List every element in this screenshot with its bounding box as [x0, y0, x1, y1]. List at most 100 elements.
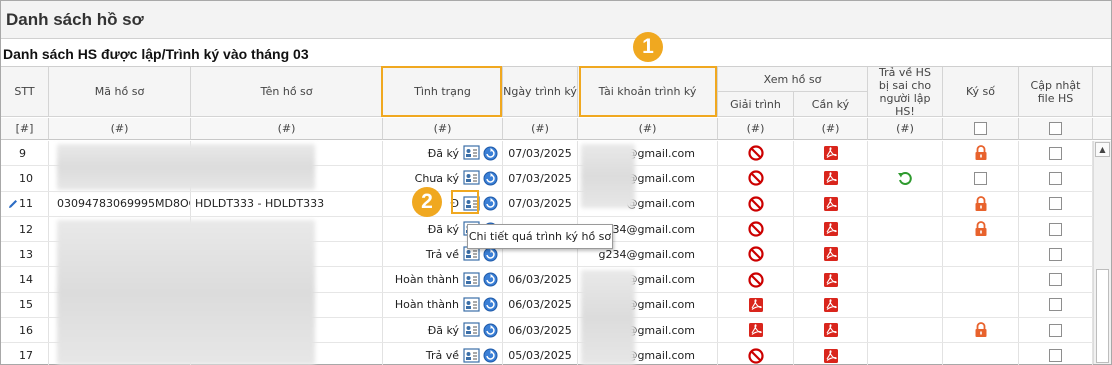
cell-can-ky[interactable]: [794, 216, 868, 242]
cell-tra-ve[interactable]: [868, 292, 943, 318]
filter-stt[interactable]: [#]: [1, 118, 49, 140]
filter-tai-khoan[interactable]: (#): [578, 118, 718, 140]
filter-can-ky[interactable]: (#): [794, 118, 868, 140]
scroll-thumb[interactable]: [1096, 269, 1109, 363]
cell-giai-trinh[interactable]: [718, 191, 794, 216]
signing-detail-icon[interactable]: [459, 297, 480, 313]
scroll-up-icon[interactable]: ▲: [1095, 142, 1110, 157]
cell-tra-ve[interactable]: [868, 242, 943, 267]
ban-icon[interactable]: [747, 221, 764, 237]
filter-ten-ho-so[interactable]: (#): [191, 118, 383, 140]
ban-icon[interactable]: [747, 272, 764, 288]
pdf-icon[interactable]: [823, 246, 839, 262]
pdf-icon[interactable]: [823, 297, 839, 313]
cap-nhat-checkbox[interactable]: [1049, 146, 1062, 160]
header-ma-ho-so[interactable]: Mã hồ sơ: [49, 67, 191, 117]
header-ky-so[interactable]: Ký số: [943, 67, 1019, 117]
cell-cap-nhat[interactable]: [1019, 191, 1093, 216]
signing-detail-icon[interactable]: [459, 145, 480, 161]
header-tai-khoan-trinh-ky[interactable]: Tài khoản trình ký: [578, 67, 718, 117]
cell-can-ky[interactable]: [794, 267, 868, 292]
refresh-circle-icon[interactable]: [480, 247, 498, 262]
filter-giai-trinh[interactable]: (#): [718, 118, 794, 140]
ky-so-checkbox[interactable]: [974, 171, 987, 185]
cell-cap-nhat[interactable]: [1019, 292, 1093, 318]
cell-giai-trinh[interactable]: [718, 318, 794, 343]
undo-icon[interactable]: [897, 170, 913, 186]
cell-giai-trinh[interactable]: [718, 242, 794, 267]
filter-cap-nhat-checkbox[interactable]: [1049, 122, 1062, 135]
refresh-circle-icon[interactable]: [480, 196, 498, 211]
pdf-icon[interactable]: [823, 272, 839, 288]
cell-giai-trinh[interactable]: [718, 141, 794, 166]
cell-ky-so[interactable]: [943, 216, 1019, 242]
ban-icon[interactable]: [747, 196, 764, 212]
cell-tra-ve[interactable]: [868, 141, 943, 166]
refresh-circle-icon[interactable]: [480, 297, 498, 312]
cell-giai-trinh[interactable]: [718, 343, 794, 365]
refresh-circle-icon[interactable]: [480, 171, 498, 186]
cap-nhat-checkbox[interactable]: [1049, 273, 1062, 287]
pdf-icon[interactable]: [823, 170, 839, 186]
cell-tra-ve[interactable]: [868, 267, 943, 292]
lock-icon[interactable]: [974, 221, 988, 237]
cap-nhat-checkbox[interactable]: [1049, 197, 1062, 211]
cell-can-ky[interactable]: [794, 242, 868, 267]
ban-icon[interactable]: [747, 145, 764, 161]
cap-nhat-checkbox[interactable]: [1049, 222, 1062, 236]
signing-detail-icon[interactable]: [459, 170, 480, 186]
header-giai-trinh[interactable]: Giải trình: [718, 92, 794, 117]
cell-giai-trinh[interactable]: [718, 292, 794, 318]
signing-detail-icon[interactable]: [459, 196, 480, 212]
filter-tinh-trang[interactable]: (#): [383, 118, 503, 140]
filter-ngay-trinh-ky[interactable]: (#): [503, 118, 578, 140]
table-row[interactable]: 11 03094783069995MD8OC5 HDLDT333 - HDLDT33…: [1, 191, 1093, 217]
ban-icon[interactable]: [747, 246, 764, 262]
cell-ky-so[interactable]: [943, 242, 1019, 267]
header-stt[interactable]: STT: [1, 67, 49, 117]
cell-cap-nhat[interactable]: [1019, 343, 1093, 365]
cell-ky-so[interactable]: [943, 318, 1019, 343]
signing-detail-icon[interactable]: [459, 347, 480, 364]
cell-ky-so[interactable]: [943, 343, 1019, 365]
cell-giai-trinh[interactable]: [718, 267, 794, 292]
header-tinh-trang[interactable]: Tình trạng: [383, 67, 503, 117]
signing-detail-icon[interactable]: [459, 322, 480, 338]
cap-nhat-checkbox[interactable]: [1049, 247, 1062, 261]
cell-ky-so[interactable]: [943, 166, 1019, 191]
pdf-icon[interactable]: [823, 196, 839, 212]
pdf-icon[interactable]: [823, 221, 839, 237]
cell-cap-nhat[interactable]: [1019, 141, 1093, 166]
cap-nhat-checkbox[interactable]: [1049, 298, 1062, 312]
cell-can-ky[interactable]: [794, 343, 868, 365]
refresh-circle-icon[interactable]: [480, 348, 498, 363]
cell-tra-ve[interactable]: [868, 343, 943, 365]
header-ten-ho-so[interactable]: Tên hồ sơ: [191, 67, 383, 117]
cell-giai-trinh[interactable]: [718, 216, 794, 242]
cell-tra-ve[interactable]: [868, 166, 943, 191]
cell-cap-nhat[interactable]: [1019, 166, 1093, 191]
refresh-circle-icon[interactable]: [480, 323, 498, 338]
pdf-icon[interactable]: [823, 145, 839, 161]
cell-giai-trinh[interactable]: [718, 166, 794, 191]
cell-ky-so[interactable]: [943, 267, 1019, 292]
refresh-circle-icon[interactable]: [480, 146, 498, 161]
pdf-icon[interactable]: [823, 348, 839, 364]
cell-ky-so[interactable]: [943, 191, 1019, 216]
ban-icon[interactable]: [747, 170, 764, 187]
header-tra-ve[interactable]: Trả về HS bị sai cho người lập HS!: [868, 66, 943, 118]
cap-nhat-checkbox[interactable]: [1049, 349, 1062, 363]
pdf-icon[interactable]: [748, 322, 764, 338]
cell-can-ky[interactable]: [794, 191, 868, 216]
lock-icon[interactable]: [974, 322, 988, 338]
cell-cap-nhat[interactable]: [1019, 318, 1093, 343]
refresh-circle-icon[interactable]: [480, 272, 498, 287]
cell-can-ky[interactable]: [794, 166, 868, 191]
cell-cap-nhat[interactable]: [1019, 242, 1093, 267]
pdf-icon[interactable]: [823, 322, 839, 338]
lock-icon[interactable]: [974, 145, 988, 161]
cap-nhat-checkbox[interactable]: [1049, 171, 1062, 185]
cell-ky-so[interactable]: [943, 141, 1019, 166]
cell-can-ky[interactable]: [794, 318, 868, 343]
filter-ky-so[interactable]: [943, 118, 1019, 140]
